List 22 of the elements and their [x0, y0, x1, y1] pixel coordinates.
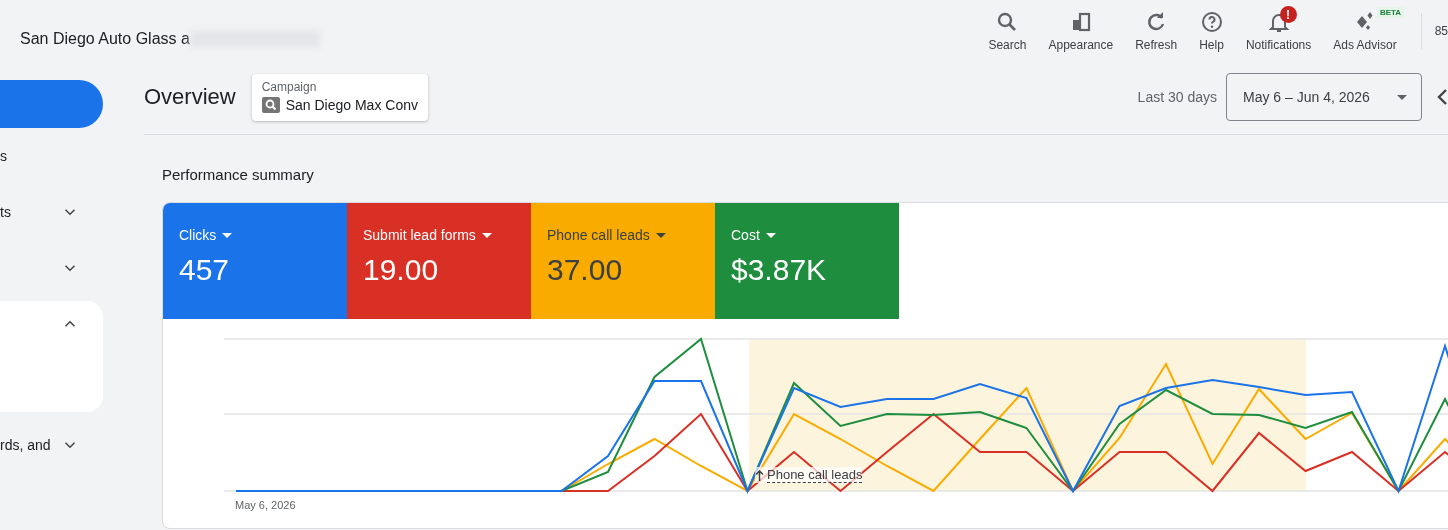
toolbar-button[interactable]: Search [984, 6, 1031, 56]
alert-badge: ! [1279, 6, 1297, 23]
metric-tile[interactable]: Submit lead forms 19.00 [347, 203, 531, 319]
nav-item[interactable]: rds, and [0, 437, 51, 453]
date-range-dropdown[interactable]: May 6 – Jun 4, 2026 [1226, 73, 1422, 121]
toolbar-button[interactable]: Refresh [1131, 6, 1182, 56]
page-title: Overview [144, 84, 236, 110]
campaign-selector[interactable]: Campaign San Diego Max Conv [251, 73, 428, 121]
toolbar-button[interactable]: ! Notifications [1241, 6, 1316, 56]
axis-label: May 6, 2026 [235, 499, 296, 511]
toolbar-button[interactable]: Help [1195, 6, 1228, 56]
metric-tile[interactable]: Phone call leads 37.00 [531, 203, 715, 319]
nav-item[interactable]: ts [0, 204, 11, 220]
account-id: 85 [1434, 24, 1448, 38]
date-range-label: Last 30 days [1137, 89, 1217, 105]
account-name: San Diego Auto Glass a [20, 30, 190, 48]
nav-item[interactable]: s [0, 148, 7, 164]
metric-tile[interactable]: Cost $3.87K [715, 203, 899, 319]
metric-tile[interactable]: Clicks 457 [163, 203, 347, 319]
beta-badge: BETA [1376, 7, 1405, 18]
toolbar-button[interactable]: Appearance [1044, 6, 1118, 56]
section-title: Performance summary [162, 166, 315, 183]
